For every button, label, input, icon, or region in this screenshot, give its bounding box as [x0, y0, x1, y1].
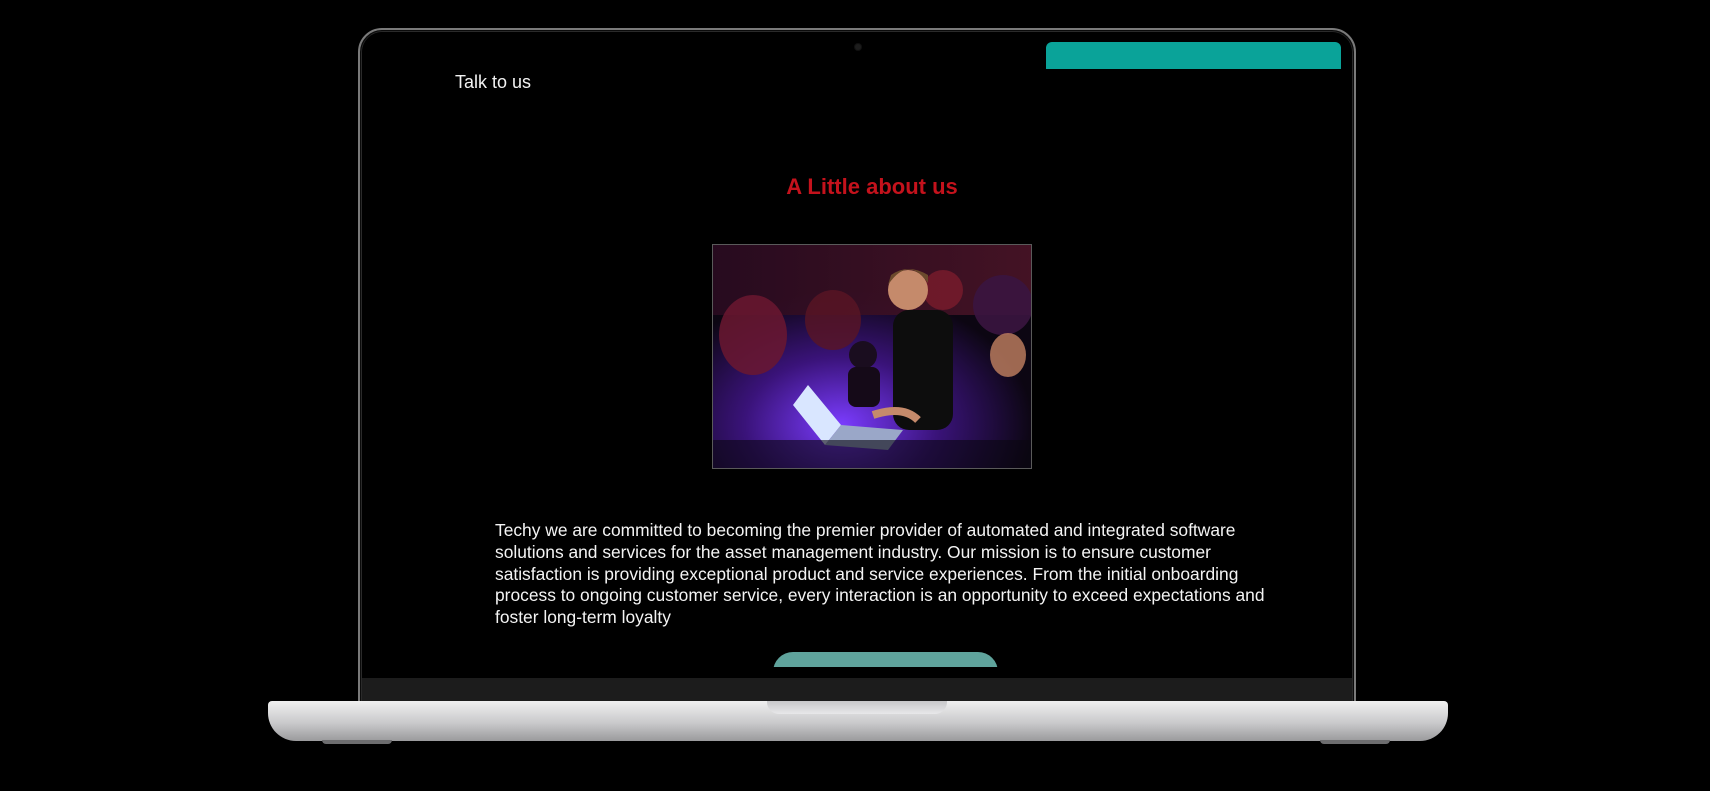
about-heading: A Little about us: [786, 174, 958, 199]
laptop-foot-right: [1320, 740, 1390, 744]
team-photo: [712, 244, 1032, 469]
laptop-foot-left: [322, 740, 392, 744]
webcam: [855, 44, 861, 50]
header-accent-bar: [1046, 42, 1341, 69]
screen-bottom-bezel: [362, 678, 1352, 702]
lid-notch: [767, 701, 947, 714]
screen-edge: [362, 667, 1352, 678]
talk-to-us-link[interactable]: Talk to us: [455, 72, 531, 93]
about-description: Techy we are committed to becoming the p…: [495, 520, 1265, 628]
